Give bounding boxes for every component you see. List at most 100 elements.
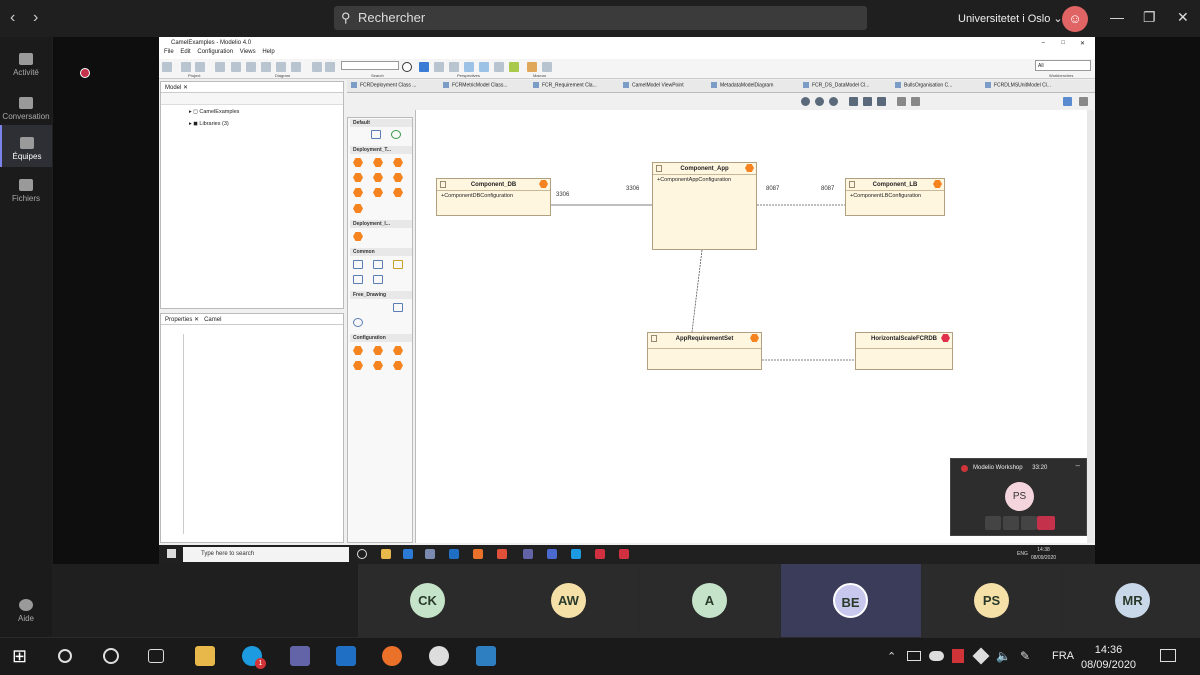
security-icon[interactable] xyxy=(952,649,964,663)
app-icon[interactable] xyxy=(547,549,557,559)
search-icon[interactable] xyxy=(58,649,72,663)
menu-file[interactable]: File xyxy=(164,49,174,55)
participant-tile[interactable]: PS xyxy=(922,564,1062,637)
search-icon[interactable] xyxy=(402,62,412,72)
link-icon[interactable] xyxy=(449,62,459,72)
task-view-icon[interactable] xyxy=(148,649,164,663)
rail-chat[interactable]: Conversation xyxy=(0,89,52,125)
hex-tool-icon[interactable] xyxy=(393,361,403,370)
hex-tool-icon[interactable] xyxy=(353,232,363,241)
toolbar-search-input[interactable] xyxy=(341,61,399,70)
rail-teams[interactable]: Équipes xyxy=(0,125,52,167)
tab-diagram[interactable]: FCR_Requirement Cla... xyxy=(533,82,597,88)
tree-item[interactable]: ▸ ◻ CamelExamples xyxy=(189,109,239,115)
hex-tool-icon[interactable] xyxy=(353,173,363,182)
diagram-tool-icon[interactable] xyxy=(261,62,271,72)
palette-group-deployment-type[interactable]: Deployment_T... xyxy=(350,146,412,154)
arrow-tool-icon[interactable] xyxy=(373,303,383,312)
skype-icon[interactable]: 1 xyxy=(242,646,266,669)
tab-properties[interactable]: Properties xyxy=(165,317,192,323)
tab-diagram[interactable]: BullsOrganisation C... xyxy=(895,82,952,88)
diagram-tool-icon[interactable] xyxy=(246,62,256,72)
hex-tool-icon[interactable] xyxy=(353,346,363,355)
chevron-up-icon[interactable]: ⌃ xyxy=(887,650,896,663)
zoom-in-icon[interactable] xyxy=(801,97,810,106)
participant-tile[interactable]: AW xyxy=(499,564,639,637)
constraint-tool-icon[interactable] xyxy=(393,260,403,269)
participant-tile-active[interactable]: BE xyxy=(781,564,921,637)
layout-icon[interactable] xyxy=(897,97,906,106)
workbench-select[interactable]: All xyxy=(1035,60,1091,71)
minimize-icon[interactable]: — xyxy=(1110,9,1124,25)
hex-tool-icon[interactable] xyxy=(353,361,363,370)
user-avatar[interactable]: ☺ xyxy=(1062,6,1088,32)
diagram-tool-icon[interactable] xyxy=(276,62,286,72)
navigate-tool-icon[interactable] xyxy=(391,130,401,139)
image-tool-icon[interactable] xyxy=(312,62,322,72)
minimize-icon[interactable]: – xyxy=(1076,461,1080,470)
back-arrow-icon[interactable]: ‹ xyxy=(10,9,15,27)
hex-tool-icon[interactable] xyxy=(393,188,403,197)
zoom-fit-icon[interactable] xyxy=(829,97,838,106)
undo-icon[interactable] xyxy=(181,62,191,72)
camera-icon[interactable] xyxy=(877,97,886,106)
grid-icon[interactable] xyxy=(1079,97,1088,106)
app-icon[interactable] xyxy=(425,549,435,559)
participant-tile[interactable]: CK xyxy=(358,564,498,637)
perspective-icon[interactable] xyxy=(434,62,444,72)
image-tool-icon[interactable] xyxy=(325,62,335,72)
app-icon[interactable] xyxy=(595,549,605,559)
notifications-icon[interactable] xyxy=(1160,649,1176,662)
menu-help[interactable]: Help xyxy=(262,49,274,55)
palette-group-configuration[interactable]: Configuration xyxy=(350,334,412,342)
search-input[interactable]: ⚲ Rechercher xyxy=(334,6,867,30)
volume-icon[interactable]: 🔈 xyxy=(996,649,1011,663)
outlook-icon[interactable] xyxy=(449,549,459,559)
close-icon[interactable]: ✕ xyxy=(1080,40,1085,47)
xml-tool-icon[interactable] xyxy=(373,275,383,284)
file-explorer-icon[interactable] xyxy=(381,549,391,559)
modelio-icon[interactable] xyxy=(619,549,629,559)
rail-activity[interactable]: Activité xyxy=(0,45,52,81)
palette-group-deployment-instance[interactable]: Deployment_I... xyxy=(350,220,412,228)
rectangle-tool-icon[interactable] xyxy=(393,303,403,312)
save-icon[interactable] xyxy=(162,62,172,72)
palette-group-free-drawing[interactable]: Free_Drawing xyxy=(350,291,412,299)
file-explorer-icon[interactable] xyxy=(195,646,215,666)
hex-tool-icon[interactable] xyxy=(373,346,383,355)
hang-up-button[interactable] xyxy=(1037,516,1055,530)
perspective-icon[interactable] xyxy=(509,62,519,72)
system-clock[interactable]: 14:36 08/09/2020 xyxy=(1081,643,1136,673)
cloud-icon[interactable] xyxy=(929,651,944,661)
perspective-icon[interactable] xyxy=(419,62,429,72)
zoom-out-icon[interactable] xyxy=(815,97,824,106)
component-lb[interactable]: Component_LB +ComponentLBConfiguration xyxy=(845,178,945,216)
brave-icon[interactable] xyxy=(497,549,507,559)
hex-tool-icon[interactable] xyxy=(353,158,363,167)
hex-tool-icon[interactable] xyxy=(373,361,383,370)
teams-icon[interactable] xyxy=(290,646,310,666)
rail-help[interactable]: Aide xyxy=(0,599,52,635)
note-tool-icon[interactable] xyxy=(373,260,383,269)
firefox-icon[interactable] xyxy=(382,646,402,666)
document-tool-icon[interactable] xyxy=(353,275,363,284)
link-tool-icon[interactable] xyxy=(353,260,363,269)
model-tab[interactable]: Model ✕ xyxy=(161,82,343,93)
dropbox-icon[interactable] xyxy=(972,647,990,665)
minimize-icon[interactable]: – xyxy=(1042,40,1045,46)
language-indicator[interactable]: FRA xyxy=(1052,650,1074,662)
palette-group-common[interactable]: Common xyxy=(350,248,412,256)
hex-tool-icon[interactable] xyxy=(353,188,363,197)
text-tool-icon[interactable] xyxy=(353,303,363,312)
participant-tile[interactable]: A xyxy=(640,564,780,637)
share-screen-icon[interactable] xyxy=(1021,516,1037,530)
palette-group-default[interactable]: Default xyxy=(350,119,412,127)
photos-icon[interactable] xyxy=(476,646,496,666)
select-tool-icon[interactable] xyxy=(353,130,363,139)
microphone-icon[interactable] xyxy=(1003,516,1019,530)
outlook-icon[interactable] xyxy=(336,646,356,666)
tab-diagram[interactable]: FCRDLMSUnitModel Cl... xyxy=(985,82,1051,88)
windows-start-icon[interactable]: ⊞ xyxy=(12,646,32,666)
print-icon[interactable] xyxy=(849,97,858,106)
diagram-tool-icon[interactable] xyxy=(291,62,301,72)
